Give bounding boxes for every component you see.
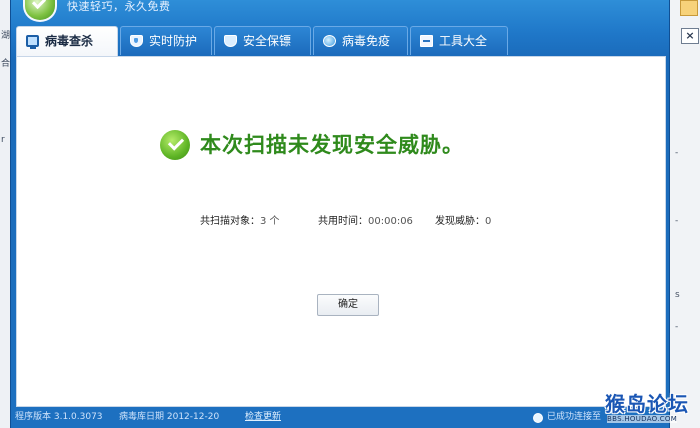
threats-found-stat: 发现威胁：0 [435,212,491,227]
toolbox-icon [420,35,433,47]
antivirus-window: 快速轻巧，永久免费 病毒查杀 实时防护 安全保镖 病毒免疫 工具大全 本次扫描未… [10,0,670,428]
program-version: 程序版本 3.1.0.3073 [15,412,103,422]
background-close-icon[interactable]: × [681,28,699,44]
background-window-left: 湖 合 r [0,0,10,428]
monitor-icon [26,35,39,49]
watermark-title: 猴岛论坛 [605,392,689,416]
app-slogan: 快速轻巧，永久免费 [67,0,171,13]
background-window-right: × - - s - [668,0,700,428]
background-fragment: r [1,135,5,145]
check-circle-icon [160,130,190,160]
tab-bar: 病毒查杀 实时防护 安全保镖 病毒免疫 工具大全 [16,26,666,57]
ok-button[interactable]: 确定 [317,294,379,316]
background-fragment: s [675,290,680,300]
shield-icon [224,35,237,47]
background-fragment: - [675,216,679,226]
background-fragment: - [675,322,679,332]
stat-label: 共用时间： [318,216,368,227]
stat-value: 3 个 [260,216,280,227]
tab-security-guard[interactable]: 安全保镖 [214,26,311,55]
background-fragment: 湖 [1,31,11,41]
stat-value: 0 [485,216,492,227]
cloud-connection-icon [533,413,543,423]
stat-label: 发现威胁： [435,216,485,227]
connection-status: 已成功连接至 [547,412,602,422]
status-bar: 程序版本 3.1.0.3073 病毒库日期 2012-12-20 检查更新 已成… [11,407,669,428]
scan-result-panel: 本次扫描未发现安全威胁。 共扫描对象：3 个 共用时间：00:00:06 发现威… [16,56,666,407]
globe-icon [323,35,336,47]
stat-label: 共扫描对象： [200,216,260,227]
tab-label: 病毒查杀 [45,34,94,48]
watermark-url: BBS.HOUDAO.COM [607,415,678,423]
title-bar: 快速轻巧，永久免费 [11,0,669,22]
tab-label: 病毒免疫 [342,34,391,48]
scanned-objects-stat: 共扫描对象：3 个 [200,212,280,227]
tab-label: 安全保镖 [243,34,292,48]
stat-value: 00:00:06 [368,216,413,227]
background-arrow-icon [680,0,698,16]
virus-db-date: 病毒库日期 2012-12-20 [119,412,220,422]
tab-virus-scan[interactable]: 病毒查杀 [16,26,118,57]
tab-toolbox[interactable]: 工具大全 [410,26,508,55]
tab-virus-immunity[interactable]: 病毒免疫 [313,26,408,55]
shield-logo-icon [23,0,57,22]
background-fragment: - [675,148,679,158]
tab-realtime-protection[interactable]: 实时防护 [120,26,212,55]
tab-label: 实时防护 [149,34,198,48]
check-update-link[interactable]: 检查更新 [245,407,281,428]
background-fragment: 合 [1,59,11,69]
scan-result-message: 本次扫描未发现安全威胁。 [200,133,464,157]
tab-label: 工具大全 [439,34,488,48]
elapsed-time-stat: 共用时间：00:00:06 [318,212,413,227]
shield-icon [130,35,143,47]
forum-watermark: 猴岛论坛 BBS.HOUDAO.COM [605,388,700,428]
